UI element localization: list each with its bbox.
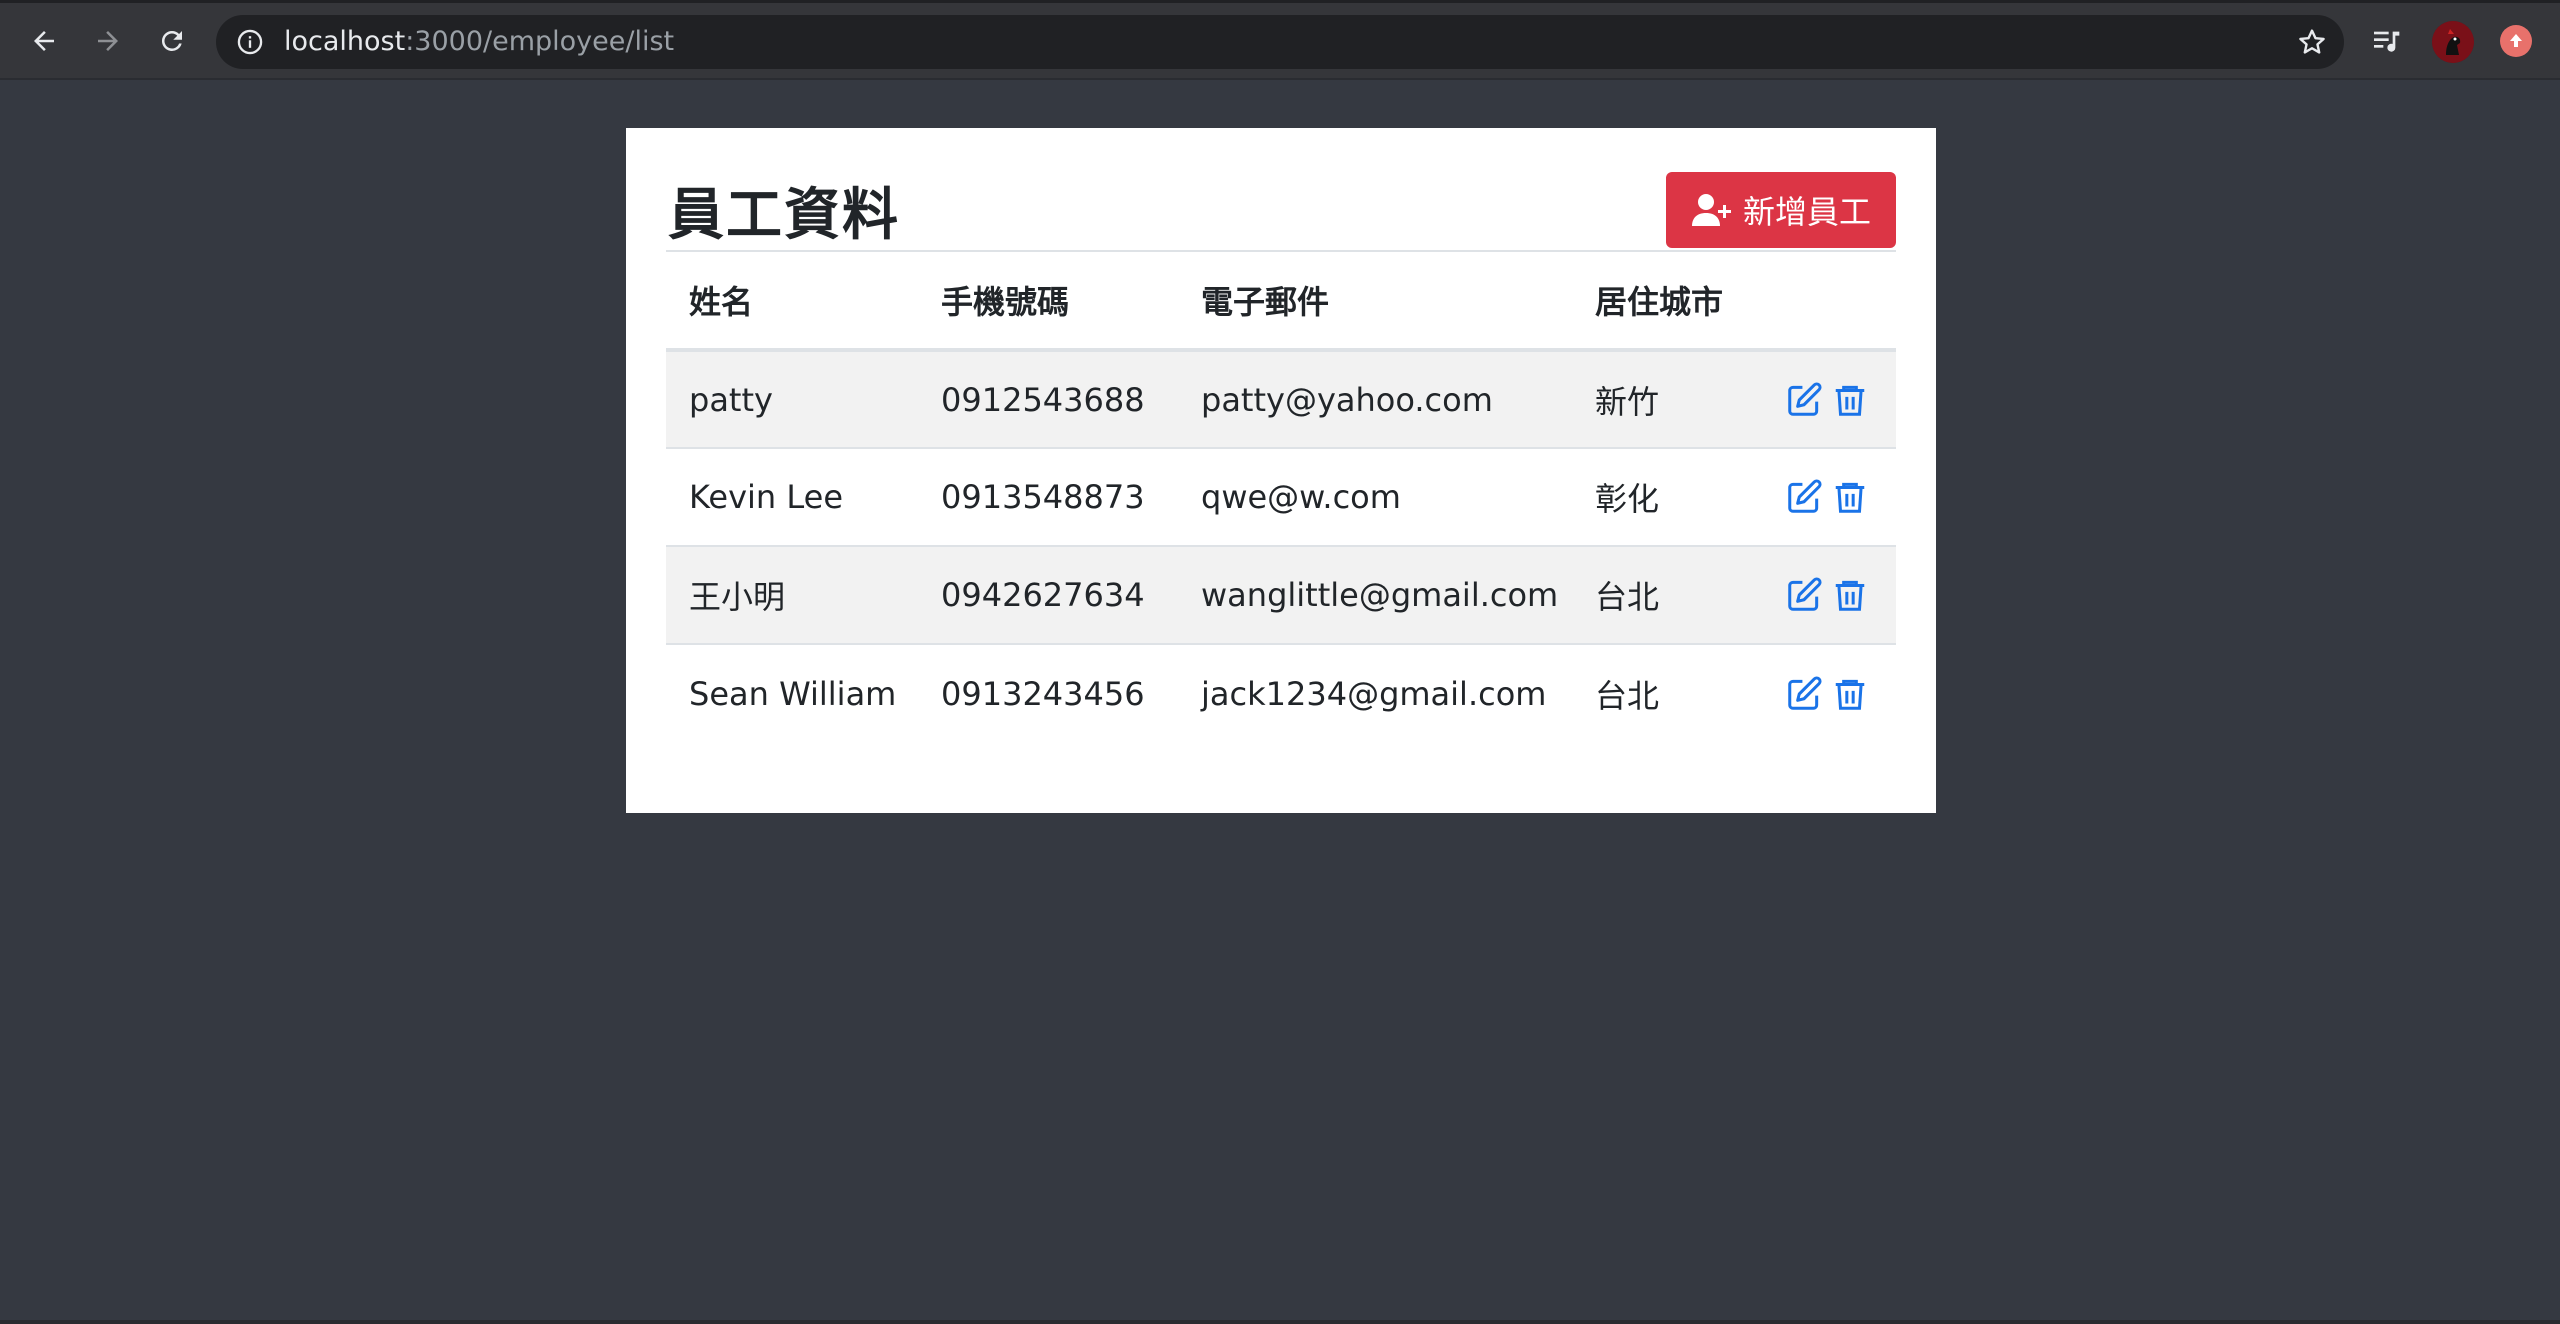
cell-name: 王小明	[666, 546, 918, 645]
window-bottom-edge	[0, 1320, 2560, 1324]
table-row: Kevin Lee 0913548873 qwe@w.com 彰化	[666, 448, 1896, 547]
trash-icon[interactable]	[1831, 478, 1869, 516]
add-employee-button[interactable]: 新增員工	[1666, 172, 1896, 248]
cell-actions	[1762, 644, 1896, 742]
reload-icon[interactable]	[152, 21, 192, 61]
header-actions	[1762, 252, 1896, 352]
cell-phone: 0913243456	[918, 644, 1178, 742]
toolbar-divider	[0, 78, 2560, 80]
cell-name: Sean William	[666, 644, 918, 742]
cell-city: 台北	[1572, 644, 1762, 742]
header-email: 電子郵件	[1178, 252, 1572, 352]
cell-city: 新竹	[1572, 350, 1762, 449]
cell-name: patty	[666, 350, 918, 449]
edit-icon[interactable]	[1785, 576, 1823, 614]
add-employee-label: 新增員工	[1742, 193, 1871, 231]
trash-icon[interactable]	[1831, 381, 1869, 419]
media-queue-icon[interactable]	[2366, 21, 2406, 61]
extension-icon[interactable]	[2500, 25, 2532, 57]
page-title: 員工資料	[668, 183, 900, 248]
cell-email: wanglittle@gmail.com	[1178, 546, 1572, 645]
table-row: 王小明 0942627634 wanglittle@gmail.com 台北	[666, 546, 1896, 645]
avatar[interactable]	[2432, 21, 2474, 63]
cell-phone: 0912543688	[918, 350, 1178, 449]
cell-email: qwe@w.com	[1178, 448, 1572, 547]
edit-icon[interactable]	[1785, 478, 1823, 516]
user-plus-icon	[1691, 193, 1735, 227]
address-bar[interactable]: localhost:3000/employee/list	[216, 15, 2344, 69]
table-row: patty 0912543688 patty@yahoo.com 新竹	[666, 350, 1896, 449]
header-city: 居住城市	[1572, 252, 1762, 352]
header-name: 姓名	[666, 252, 918, 352]
cell-phone: 0913548873	[918, 448, 1178, 547]
table-header-row: 姓名 手機號碼 電子郵件 居住城市	[666, 252, 1896, 352]
employee-card: 員工資料 新增員工 姓名 手機號碼 電子郵件 居住城市 patty 091254…	[626, 128, 1936, 813]
cell-actions	[1762, 350, 1896, 449]
url-text[interactable]: localhost:3000/employee/list	[284, 15, 674, 69]
forward-icon[interactable]	[88, 21, 128, 61]
star-icon[interactable]	[2296, 26, 2328, 58]
cell-city: 台北	[1572, 546, 1762, 645]
table-row: Sean William 0913243456 jack1234@gmail.c…	[666, 644, 1896, 742]
cell-city: 彰化	[1572, 448, 1762, 547]
cell-actions	[1762, 546, 1896, 645]
cell-phone: 0942627634	[918, 546, 1178, 645]
cell-email: patty@yahoo.com	[1178, 350, 1572, 449]
url-path: :3000/employee/list	[405, 26, 675, 57]
url-host: localhost	[284, 26, 406, 57]
trash-icon[interactable]	[1831, 576, 1869, 614]
edit-icon[interactable]	[1785, 381, 1823, 419]
cell-actions	[1762, 448, 1896, 547]
cell-name: Kevin Lee	[666, 448, 918, 547]
edit-icon[interactable]	[1785, 675, 1823, 713]
cell-email: jack1234@gmail.com	[1178, 644, 1572, 742]
browser-toolbar: localhost:3000/employee/list	[0, 0, 2560, 78]
trash-icon[interactable]	[1831, 675, 1869, 713]
info-icon[interactable]	[236, 28, 264, 56]
back-icon[interactable]	[24, 21, 64, 61]
employee-table: 姓名 手機號碼 電子郵件 居住城市 patty 0912543688 patty…	[666, 252, 1896, 742]
header-phone: 手機號碼	[918, 252, 1178, 352]
